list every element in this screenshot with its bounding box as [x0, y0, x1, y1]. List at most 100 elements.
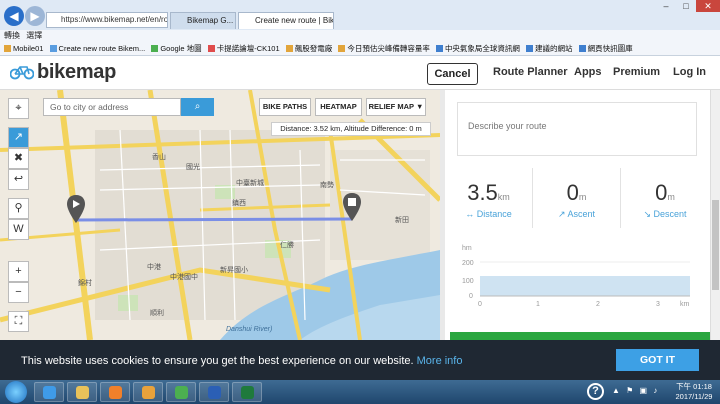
- locate-icon[interactable]: ⌖: [8, 98, 29, 119]
- logo[interactable]: bikemap: [37, 61, 116, 84]
- route-end-marker[interactable]: [342, 192, 362, 222]
- star-icon: [4, 45, 11, 52]
- cancel-button[interactable]: Cancel: [427, 63, 478, 85]
- elevation-profile[interactable]: hm 200 100 0 0 1 2 3 km: [450, 240, 708, 310]
- delete-route-icon[interactable]: ✖: [8, 148, 29, 169]
- descent-icon: ↘: [643, 209, 651, 219]
- map-canvas[interactable]: 香山 中臺新城 國光 鎮西 中港 中港國中 順利 仁勝 新昇國小 錦村 南勢 新…: [0, 90, 440, 340]
- favorite-item[interactable]: 網頁快訊圖庫: [578, 41, 633, 55]
- ascent-unit: m: [578, 192, 587, 202]
- browser-toolbar: ◀ ▶ https://www.bikemap.net/en/ro Bikema…: [0, 0, 720, 30]
- favorite-item[interactable]: 中央氣象局全球資訊網: [435, 41, 520, 55]
- taskbar-chrome[interactable]: [166, 382, 196, 402]
- chrome-icon: [175, 386, 188, 399]
- excel-icon: [241, 386, 254, 399]
- taskbar-excel[interactable]: [232, 382, 262, 402]
- draw-route-icon[interactable]: ↗: [8, 127, 29, 148]
- search-input[interactable]: Go to city or address: [43, 98, 181, 116]
- bicycle-logo-icon: [10, 66, 34, 80]
- ascent-icon: ↗: [557, 209, 566, 219]
- distance-stat: 3.5km ↔ Distance: [445, 168, 533, 228]
- save-route-bar[interactable]: [450, 332, 710, 340]
- ascent-label: Ascent: [567, 209, 596, 219]
- taskbar-app[interactable]: [133, 382, 163, 402]
- help-icon[interactable]: ?: [587, 383, 604, 400]
- search-icon: ⌕: [194, 101, 201, 112]
- search-button[interactable]: ⌕: [181, 98, 214, 116]
- taskbar-word[interactable]: [199, 382, 229, 402]
- tray-icons[interactable]: ▲ ⚑ ▣ ♪: [612, 386, 659, 395]
- taskbar: ? ▲ ⚑ ▣ ♪ 下午 01:18 2017/11/29: [0, 380, 720, 404]
- waypoint-icon[interactable]: ⚲: [8, 198, 29, 219]
- favorite-item[interactable]: 建議的網站: [526, 41, 573, 55]
- ascent-stat: 0m ↗ Ascent: [533, 168, 621, 228]
- route-start-marker[interactable]: [66, 194, 86, 224]
- minimize-button[interactable]: –: [656, 0, 676, 12]
- wikipedia-icon[interactable]: W: [8, 219, 29, 240]
- descent-unit: m: [667, 192, 675, 202]
- profile-x-tick: 2: [596, 301, 600, 308]
- page-icon: [435, 45, 443, 52]
- favorite-item[interactable]: Create new route Bikem...: [49, 41, 145, 55]
- taskbar-media[interactable]: [100, 382, 130, 402]
- route-description-field[interactable]: Describe your route: [457, 102, 697, 156]
- favorite-item[interactable]: 卡提諾論壇-CK101: [207, 41, 280, 55]
- bike-paths-toggle[interactable]: BIKE PATHS: [259, 98, 311, 116]
- maximize-button[interactable]: □: [676, 0, 696, 12]
- fullscreen-icon[interactable]: ⛶: [8, 311, 29, 332]
- ascent-value: 0: [566, 180, 579, 205]
- favorite-item[interactable]: 今日預估尖峰備轉容量率: [338, 41, 430, 55]
- undo-icon[interactable]: ↩: [8, 169, 29, 190]
- zoom-out-button[interactable]: −: [8, 282, 29, 303]
- nav-premium[interactable]: Premium: [613, 66, 660, 78]
- start-button[interactable]: [5, 381, 27, 403]
- favorite-item[interactable]: Mobile01: [4, 41, 43, 55]
- favorite-item[interactable]: Google 地圖: [151, 41, 202, 55]
- place-label: 南勢: [320, 182, 334, 189]
- menu-item-convert[interactable]: 轉換: [4, 31, 20, 40]
- cookie-message: This website uses cookies to ensure you …: [21, 355, 463, 367]
- more-info-link[interactable]: More info: [417, 355, 463, 367]
- descent-label: Descent: [653, 209, 687, 219]
- google-icon: [151, 45, 159, 52]
- tab-bikemap[interactable]: Bikemap G...: [170, 12, 236, 29]
- page-icon: [526, 45, 534, 52]
- menu-item-select[interactable]: 選擇: [26, 31, 42, 40]
- favorites-bar: Mobile01 Create new route Bikem... Googl…: [0, 41, 720, 56]
- page-scrollbar[interactable]: [710, 90, 720, 340]
- distance-unit: km: [497, 192, 510, 202]
- distance-icon: ↔: [465, 209, 475, 219]
- page-icon: [207, 45, 215, 52]
- place-label: 國光: [186, 164, 200, 171]
- got-it-button[interactable]: GOT IT: [616, 349, 699, 371]
- tab-create-route[interactable]: Create new route | Bikema...: [238, 12, 334, 29]
- page-icon: [49, 45, 57, 52]
- close-window-button[interactable]: ✕: [696, 0, 720, 12]
- scrollbar-thumb[interactable]: [712, 200, 719, 290]
- forward-button[interactable]: ▶: [25, 6, 45, 26]
- page-icon: [338, 45, 346, 52]
- place-label: 中港國中: [170, 274, 198, 281]
- site-header: bikemap Cancel Route Planner Apps Premiu…: [0, 56, 720, 90]
- taskbar-explorer[interactable]: [67, 382, 97, 402]
- back-button[interactable]: ◀: [4, 6, 24, 26]
- address-bar[interactable]: https://www.bikemap.net/en/ro: [46, 12, 168, 28]
- nav-login[interactable]: Log In: [673, 66, 706, 78]
- menu-bar: 轉換 選擇: [0, 30, 720, 41]
- profile-y-tick: 0: [469, 293, 473, 300]
- nav-route-planner[interactable]: Route Planner: [493, 66, 568, 78]
- zoom-in-button[interactable]: +: [8, 261, 29, 282]
- clock[interactable]: 下午 01:18 2017/11/29: [670, 382, 718, 402]
- place-label: 新昇國小: [220, 267, 248, 274]
- app-icon: [142, 386, 155, 399]
- favorite-item[interactable]: 飆股發電廠: [285, 41, 332, 55]
- heatmap-toggle[interactable]: HEATMAP: [315, 98, 362, 116]
- relief-map-dropdown[interactable]: RELIEF MAP ▼: [366, 98, 426, 116]
- taskbar-ie[interactable]: [34, 382, 64, 402]
- profile-x-unit: km: [680, 301, 690, 308]
- nav-apps[interactable]: Apps: [574, 66, 602, 78]
- distance-value: 3.5: [467, 180, 498, 205]
- profile-y-tick: 200: [462, 260, 474, 267]
- route-details-card: Describe your route 3.5km ↔ Distance 0m …: [445, 90, 711, 340]
- river-label: Danshui River): [226, 326, 273, 333]
